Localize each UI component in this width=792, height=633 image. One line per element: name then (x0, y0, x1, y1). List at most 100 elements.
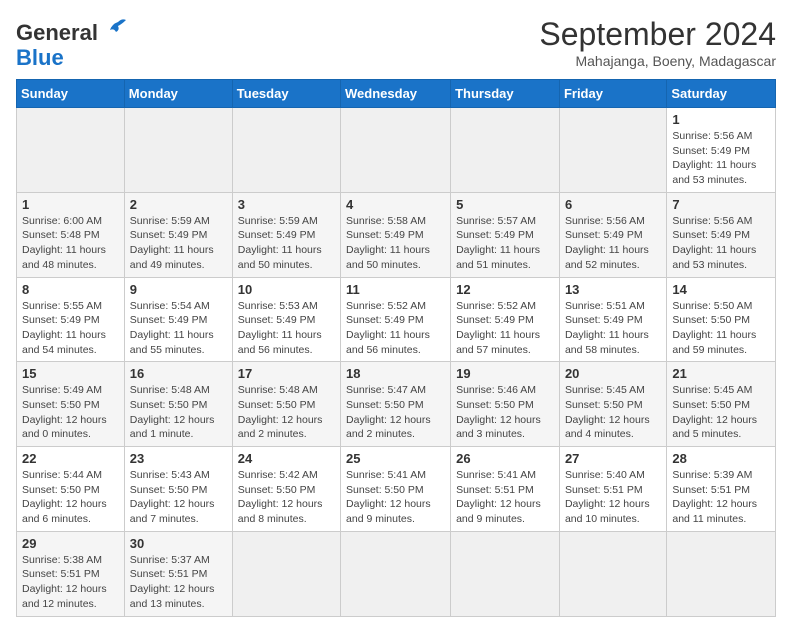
calendar-cell: 28 Sunrise: 5:39 AM Sunset: 5:51 PM Dayli… (667, 447, 776, 532)
day-number: 28 (672, 451, 770, 466)
calendar-cell (341, 531, 451, 616)
day-number: 1 (22, 197, 119, 212)
day-info: Sunrise: 5:46 AM Sunset: 5:50 PM Dayligh… (456, 383, 554, 442)
day-info: Sunrise: 5:40 AM Sunset: 5:51 PM Dayligh… (565, 468, 661, 527)
day-number: 21 (672, 366, 770, 381)
day-info: Sunrise: 5:41 AM Sunset: 5:50 PM Dayligh… (346, 468, 445, 527)
month-title: September 2024 (539, 16, 776, 53)
calendar-cell: 1 Sunrise: 6:00 AM Sunset: 5:48 PM Daylig… (17, 192, 125, 277)
day-info: Sunrise: 5:59 AM Sunset: 5:49 PM Dayligh… (130, 214, 227, 273)
weekday-header-wednesday: Wednesday (341, 80, 451, 108)
calendar-cell: 13 Sunrise: 5:51 AM Sunset: 5:49 PM Dayli… (559, 277, 666, 362)
day-info: Sunrise: 5:47 AM Sunset: 5:50 PM Dayligh… (346, 383, 445, 442)
calendar-cell (124, 108, 232, 193)
day-info: Sunrise: 5:57 AM Sunset: 5:49 PM Dayligh… (456, 214, 554, 273)
day-number: 12 (456, 282, 554, 297)
weekday-header-friday: Friday (559, 80, 666, 108)
calendar-week-row: 15 Sunrise: 5:49 AM Sunset: 5:50 PM Dayli… (17, 362, 776, 447)
calendar-table: SundayMondayTuesdayWednesdayThursdayFrid… (16, 79, 776, 617)
day-number: 6 (565, 197, 661, 212)
calendar-cell: 25 Sunrise: 5:41 AM Sunset: 5:50 PM Dayli… (341, 447, 451, 532)
day-info: Sunrise: 5:58 AM Sunset: 5:49 PM Dayligh… (346, 214, 445, 273)
calendar-cell: 15 Sunrise: 5:49 AM Sunset: 5:50 PM Dayli… (17, 362, 125, 447)
day-info: Sunrise: 5:48 AM Sunset: 5:50 PM Dayligh… (130, 383, 227, 442)
day-info: Sunrise: 5:45 AM Sunset: 5:50 PM Dayligh… (565, 383, 661, 442)
day-number: 29 (22, 536, 119, 551)
day-info: Sunrise: 5:49 AM Sunset: 5:50 PM Dayligh… (22, 383, 119, 442)
day-number: 23 (130, 451, 227, 466)
location: Mahajanga, Boeny, Madagascar (539, 53, 776, 69)
calendar-cell (451, 108, 560, 193)
day-number: 11 (346, 282, 445, 297)
day-number: 18 (346, 366, 445, 381)
calendar-cell: 16 Sunrise: 5:48 AM Sunset: 5:50 PM Dayli… (124, 362, 232, 447)
day-number: 9 (130, 282, 227, 297)
calendar-cell: 10 Sunrise: 5:53 AM Sunset: 5:49 PM Dayli… (232, 277, 340, 362)
day-info: Sunrise: 5:54 AM Sunset: 5:49 PM Dayligh… (130, 299, 227, 358)
calendar-cell: 23 Sunrise: 5:43 AM Sunset: 5:50 PM Dayli… (124, 447, 232, 532)
day-number: 24 (238, 451, 335, 466)
calendar-week-row: 29 Sunrise: 5:38 AM Sunset: 5:51 PM Dayli… (17, 531, 776, 616)
calendar-cell: 21Sunrise: 5:45 AM Sunset: 5:50 PM Dayli… (667, 362, 776, 447)
calendar-cell: 7Sunrise: 5:56 AM Sunset: 5:49 PM Daylig… (667, 192, 776, 277)
calendar-cell: 2 Sunrise: 5:59 AM Sunset: 5:49 PM Daylig… (124, 192, 232, 277)
calendar-cell: 8Sunrise: 5:55 AM Sunset: 5:49 PM Daylig… (17, 277, 125, 362)
day-number: 20 (565, 366, 661, 381)
day-number: 14 (672, 282, 770, 297)
calendar-cell: 14 Sunrise: 5:50 AM Sunset: 5:50 PM Dayli… (667, 277, 776, 362)
day-number: 2 (130, 197, 227, 212)
day-info: Sunrise: 5:52 AM Sunset: 5:49 PM Dayligh… (456, 299, 554, 358)
day-number: 30 (130, 536, 227, 551)
day-number: 1 (672, 112, 770, 127)
calendar-cell: 22 Sunrise: 5:44 AM Sunset: 5:50 PM Dayli… (17, 447, 125, 532)
title-block: September 2024 Mahajanga, Boeny, Madagas… (539, 16, 776, 69)
day-info: Sunrise: 5:55 AM Sunset: 5:49 PM Dayligh… (22, 299, 119, 358)
day-number: 4 (346, 197, 445, 212)
calendar-week-row: 1 Sunrise: 5:56 AM Sunset: 5:49 PM Daylig… (17, 108, 776, 193)
calendar-cell: 29 Sunrise: 5:38 AM Sunset: 5:51 PM Dayli… (17, 531, 125, 616)
day-info: Sunrise: 5:50 AM Sunset: 5:50 PM Dayligh… (672, 299, 770, 358)
calendar-cell (451, 531, 560, 616)
logo-bird-icon (100, 16, 128, 49)
calendar-cell (232, 108, 340, 193)
day-info: Sunrise: 5:44 AM Sunset: 5:50 PM Dayligh… (22, 468, 119, 527)
day-number: 16 (130, 366, 227, 381)
day-info: Sunrise: 5:59 AM Sunset: 5:49 PM Dayligh… (238, 214, 335, 273)
logo: General Blue (16, 16, 128, 71)
calendar-cell (667, 531, 776, 616)
day-info: Sunrise: 6:00 AM Sunset: 5:48 PM Dayligh… (22, 214, 119, 273)
logo-blue-text: Blue (16, 45, 64, 71)
day-number: 10 (238, 282, 335, 297)
day-info: Sunrise: 5:38 AM Sunset: 5:51 PM Dayligh… (22, 553, 119, 612)
calendar-cell: 12 Sunrise: 5:52 AM Sunset: 5:49 PM Dayli… (451, 277, 560, 362)
calendar-cell: 5Sunrise: 5:57 AM Sunset: 5:49 PM Daylig… (451, 192, 560, 277)
day-number: 13 (565, 282, 661, 297)
day-info: Sunrise: 5:37 AM Sunset: 5:51 PM Dayligh… (130, 553, 227, 612)
calendar-cell: 19 Sunrise: 5:46 AM Sunset: 5:50 PM Dayli… (451, 362, 560, 447)
day-number: 7 (672, 197, 770, 212)
day-info: Sunrise: 5:56 AM Sunset: 5:49 PM Dayligh… (672, 129, 770, 188)
logo-general-text: General (16, 20, 98, 46)
calendar-cell: 24 Sunrise: 5:42 AM Sunset: 5:50 PM Dayli… (232, 447, 340, 532)
day-info: Sunrise: 5:56 AM Sunset: 5:49 PM Dayligh… (565, 214, 661, 273)
day-number: 3 (238, 197, 335, 212)
calendar-cell (559, 108, 666, 193)
day-number: 25 (346, 451, 445, 466)
day-info: Sunrise: 5:53 AM Sunset: 5:49 PM Dayligh… (238, 299, 335, 358)
day-number: 19 (456, 366, 554, 381)
calendar-cell: 11Sunrise: 5:52 AM Sunset: 5:49 PM Dayli… (341, 277, 451, 362)
calendar-cell: 27 Sunrise: 5:40 AM Sunset: 5:51 PM Dayli… (559, 447, 666, 532)
calendar-cell: 20 Sunrise: 5:45 AM Sunset: 5:50 PM Dayli… (559, 362, 666, 447)
calendar-cell (17, 108, 125, 193)
day-info: Sunrise: 5:51 AM Sunset: 5:49 PM Dayligh… (565, 299, 661, 358)
day-info: Sunrise: 5:42 AM Sunset: 5:50 PM Dayligh… (238, 468, 335, 527)
day-info: Sunrise: 5:39 AM Sunset: 5:51 PM Dayligh… (672, 468, 770, 527)
weekday-header-sunday: Sunday (17, 80, 125, 108)
calendar-cell (232, 531, 340, 616)
day-number: 27 (565, 451, 661, 466)
calendar-week-row: 1 Sunrise: 6:00 AM Sunset: 5:48 PM Daylig… (17, 192, 776, 277)
day-info: Sunrise: 5:43 AM Sunset: 5:50 PM Dayligh… (130, 468, 227, 527)
weekday-header-saturday: Saturday (667, 80, 776, 108)
day-number: 22 (22, 451, 119, 466)
day-number: 15 (22, 366, 119, 381)
